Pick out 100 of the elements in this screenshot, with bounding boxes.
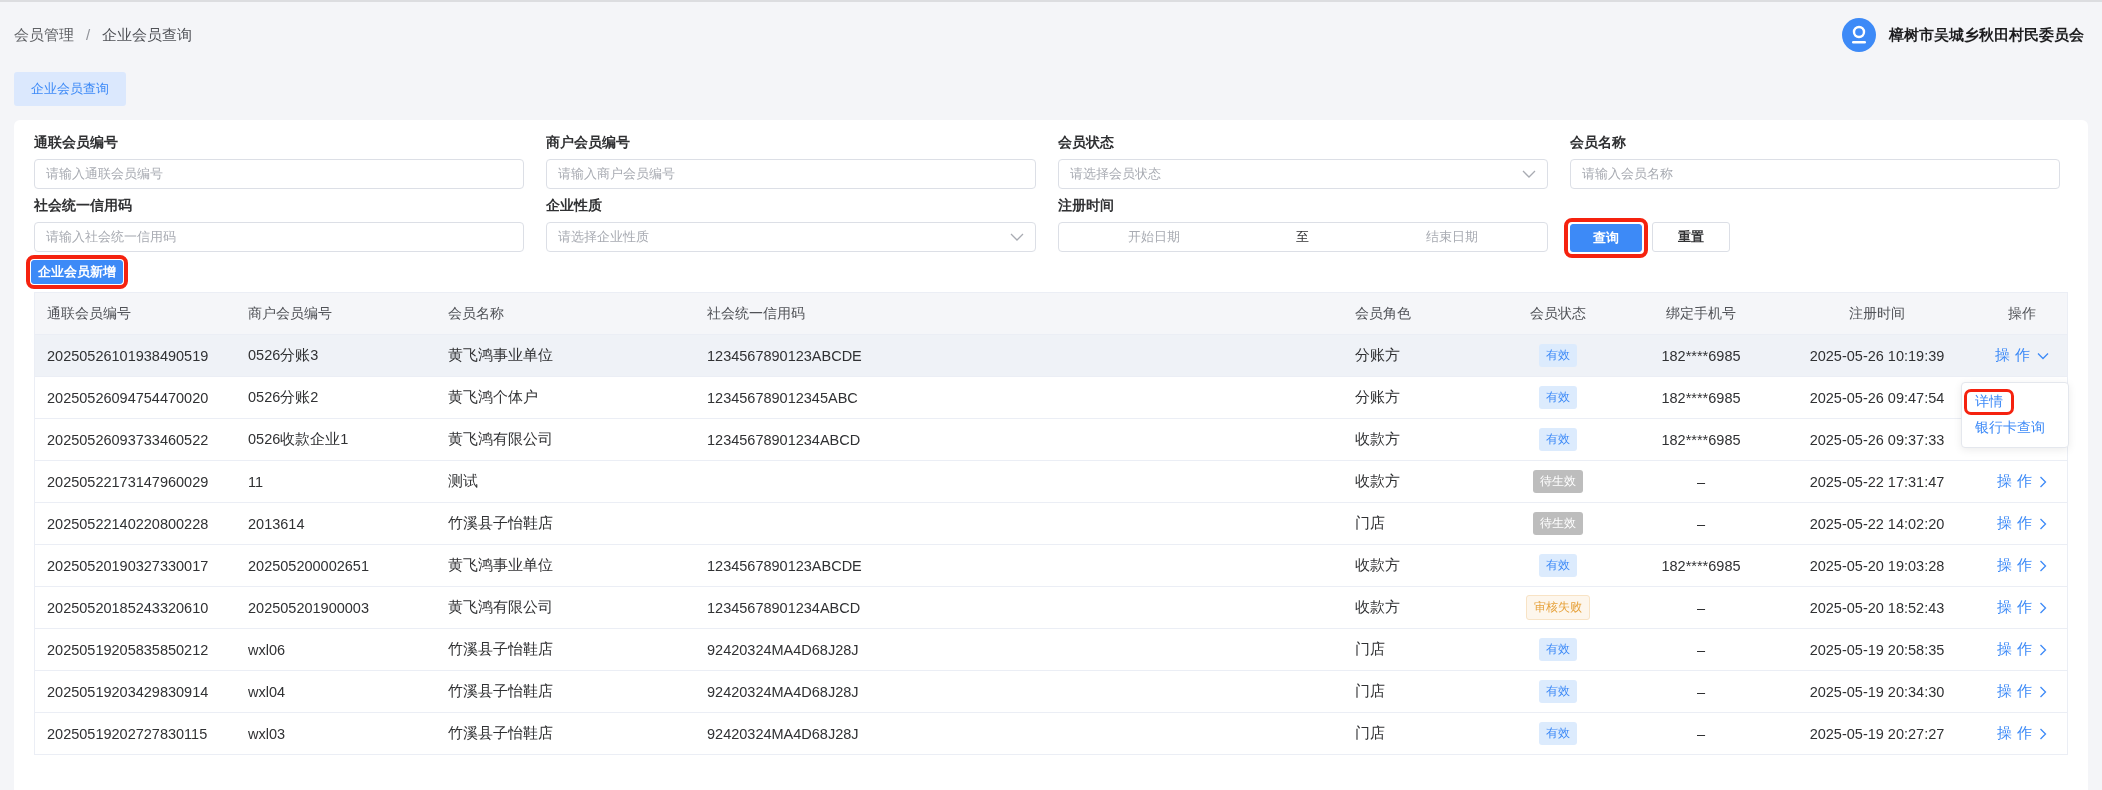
table-cell-text: 20250526094754470020 (46, 389, 210, 406)
breadcrumb-item[interactable]: 会员管理 (14, 25, 74, 45)
table-cell-text: – (1695, 515, 1707, 532)
column-header: 操作 (2007, 304, 2037, 323)
table-cell-text: 12345678901234ABCD (706, 599, 862, 616)
column-header: 会员名称 (447, 304, 505, 323)
table-cell-text: 黄飞鸿有限公司 (447, 430, 554, 449)
query-button[interactable]: 查询 (1570, 224, 1642, 252)
table-cell-text: 门店 (1354, 724, 1386, 743)
table-cell-text: 2025-05-20 18:52:43 (1808, 599, 1946, 616)
table-cell-text: 20250519205835850212 (46, 641, 210, 658)
table-cell-text: 20250522173147960029 (46, 473, 210, 490)
status-tag: 待生效 (1533, 512, 1583, 535)
select-field[interactable]: 请选择会员状态 (1058, 159, 1548, 189)
table-cell-text: 收款方 (1354, 472, 1401, 491)
table-cell-text: 92420324MA4D68J28J (706, 725, 860, 742)
table-cell-text: 门店 (1354, 640, 1386, 659)
table-cell-text: 2025-05-19 20:27:27 (1808, 725, 1946, 742)
table-cell-text: – (1695, 683, 1707, 700)
table-cell-text: – (1695, 599, 1707, 616)
table-cell-text: 1234567890123ABCDE (706, 347, 863, 364)
column-header: 会员状态 (1529, 304, 1587, 323)
table-cell-text: 收款方 (1354, 598, 1401, 617)
table-cell-text: 黄飞鸿事业单位 (447, 556, 554, 575)
table-cell-text: 2025-05-20 19:03:28 (1808, 557, 1946, 574)
chevron-down-icon (1010, 233, 1024, 241)
action-dropdown[interactable]: 操 作 (1997, 682, 2047, 701)
field-label: 社会统一信用码 (34, 197, 133, 215)
menu-item[interactable]: 银行卡查询 (1975, 420, 2045, 435)
input-field[interactable]: 请输入商户会员编号 (546, 159, 1036, 189)
table-cell-text: 182****6985 (1660, 347, 1742, 364)
table-cell-text: 门店 (1354, 682, 1386, 701)
field-label: 通联会员编号 (34, 134, 119, 152)
user-avatar-icon[interactable] (1842, 18, 1876, 52)
table-cell-text: 11 (247, 473, 265, 490)
table-cell-text: 收款方 (1354, 430, 1401, 449)
reset-button[interactable]: 重置 (1652, 222, 1730, 252)
table-cell-text: 竹溪县子怡鞋店 (447, 724, 554, 743)
action-dropdown[interactable]: 操 作 (1997, 514, 2047, 533)
column-header: 通联会员编号 (46, 304, 132, 323)
table-cell-text: 黄飞鸿事业单位 (447, 346, 554, 365)
action-dropdown[interactable]: 操 作 (1997, 724, 2047, 743)
field-label: 注册时间 (1058, 197, 1115, 215)
table-cell-text: 2025-05-26 10:19:39 (1808, 347, 1946, 364)
input-field[interactable]: 请输入会员名称 (1570, 159, 2060, 189)
table-cell-text: 2025-05-19 20:58:35 (1808, 641, 1946, 658)
table-cell-text: 123456789012345ABC (706, 389, 859, 406)
table-cell-text: 2025-05-26 09:47:54 (1808, 389, 1946, 406)
chevron-right-icon (2038, 643, 2047, 656)
table-cell-text: 黄飞鸿有限公司 (447, 598, 554, 617)
add-member-button[interactable]: 企业会员新增 (31, 260, 123, 284)
select-field[interactable]: 请选择企业性质 (546, 222, 1036, 252)
table-cell-text: 0526分账3 (247, 346, 320, 365)
table-cell-text: 黄飞鸿个体户 (447, 388, 539, 407)
table-cell-text: 182****6985 (1660, 557, 1742, 574)
status-tag: 待生效 (1533, 470, 1583, 493)
table-cell-text: 2025-05-19 20:34:30 (1808, 683, 1946, 700)
table-cell-text: wxl04 (247, 683, 287, 700)
table-cell-text: 2025-05-26 09:37:33 (1808, 431, 1946, 448)
chevron-right-icon (2038, 685, 2047, 698)
table-cell-text: 20250520190327330017 (46, 557, 210, 574)
table-cell-text: 20250526101938490519 (46, 347, 210, 364)
table-cell-text: 0526收款企业1 (247, 430, 350, 449)
action-dropdown[interactable]: 操 作 (1997, 640, 2047, 659)
column-header: 商户会员编号 (247, 304, 333, 323)
action-dropdown[interactable]: 操 作 (1995, 346, 2049, 365)
table-cell-text: 分账方 (1354, 346, 1401, 365)
chevron-down-icon (2036, 351, 2049, 360)
action-dropdown[interactable]: 操 作 (1997, 598, 2047, 617)
table-cell-text: 20250520185243320610 (46, 599, 210, 616)
table-cell-text: 收款方 (1354, 556, 1401, 575)
table-cell-text: 92420324MA4D68J28J (706, 641, 860, 658)
action-dropdown[interactable]: 操 作 (1997, 556, 2047, 575)
action-dropdown[interactable]: 操 作 (1997, 472, 2047, 491)
input-field[interactable]: 请输入通联会员编号 (34, 159, 524, 189)
status-tag: 有效 (1539, 554, 1577, 577)
status-tag: 有效 (1539, 386, 1577, 409)
page-tab[interactable]: 企业会员查询 (14, 72, 126, 106)
status-tag: 有效 (1539, 638, 1577, 661)
menu-item[interactable]: 详情 (1975, 394, 2003, 409)
chevron-right-icon (2038, 727, 2047, 740)
column-header: 注册时间 (1848, 304, 1906, 323)
chevron-right-icon (2038, 517, 2047, 530)
table-cell-text: 竹溪县子怡鞋店 (447, 514, 554, 533)
table-cell-text: 182****6985 (1660, 431, 1742, 448)
field-label: 企业性质 (546, 197, 603, 215)
column-header: 绑定手机号 (1665, 304, 1737, 323)
column-header: 会员角色 (1354, 304, 1412, 323)
table-cell-text: 门店 (1354, 514, 1386, 533)
table-cell-text: 202505200002651 (247, 557, 370, 574)
chevron-right-icon (2038, 475, 2047, 488)
breadcrumb-item: 企业会员查询 (102, 25, 193, 45)
table-cell-text: 竹溪县子怡鞋店 (447, 682, 554, 701)
table-cell-text: 20250526093733460522 (46, 431, 210, 448)
table-cell-text: 分账方 (1354, 388, 1401, 407)
table-cell-text: 2025-05-22 17:31:47 (1808, 473, 1946, 490)
table-cell-text: 0526分账2 (247, 388, 320, 407)
date-range-field[interactable]: 开始日期 至 结束日期 (1058, 222, 1548, 252)
table-cell-text: 2013614 (247, 515, 306, 532)
field-label: 会员状态 (1058, 134, 1115, 152)
